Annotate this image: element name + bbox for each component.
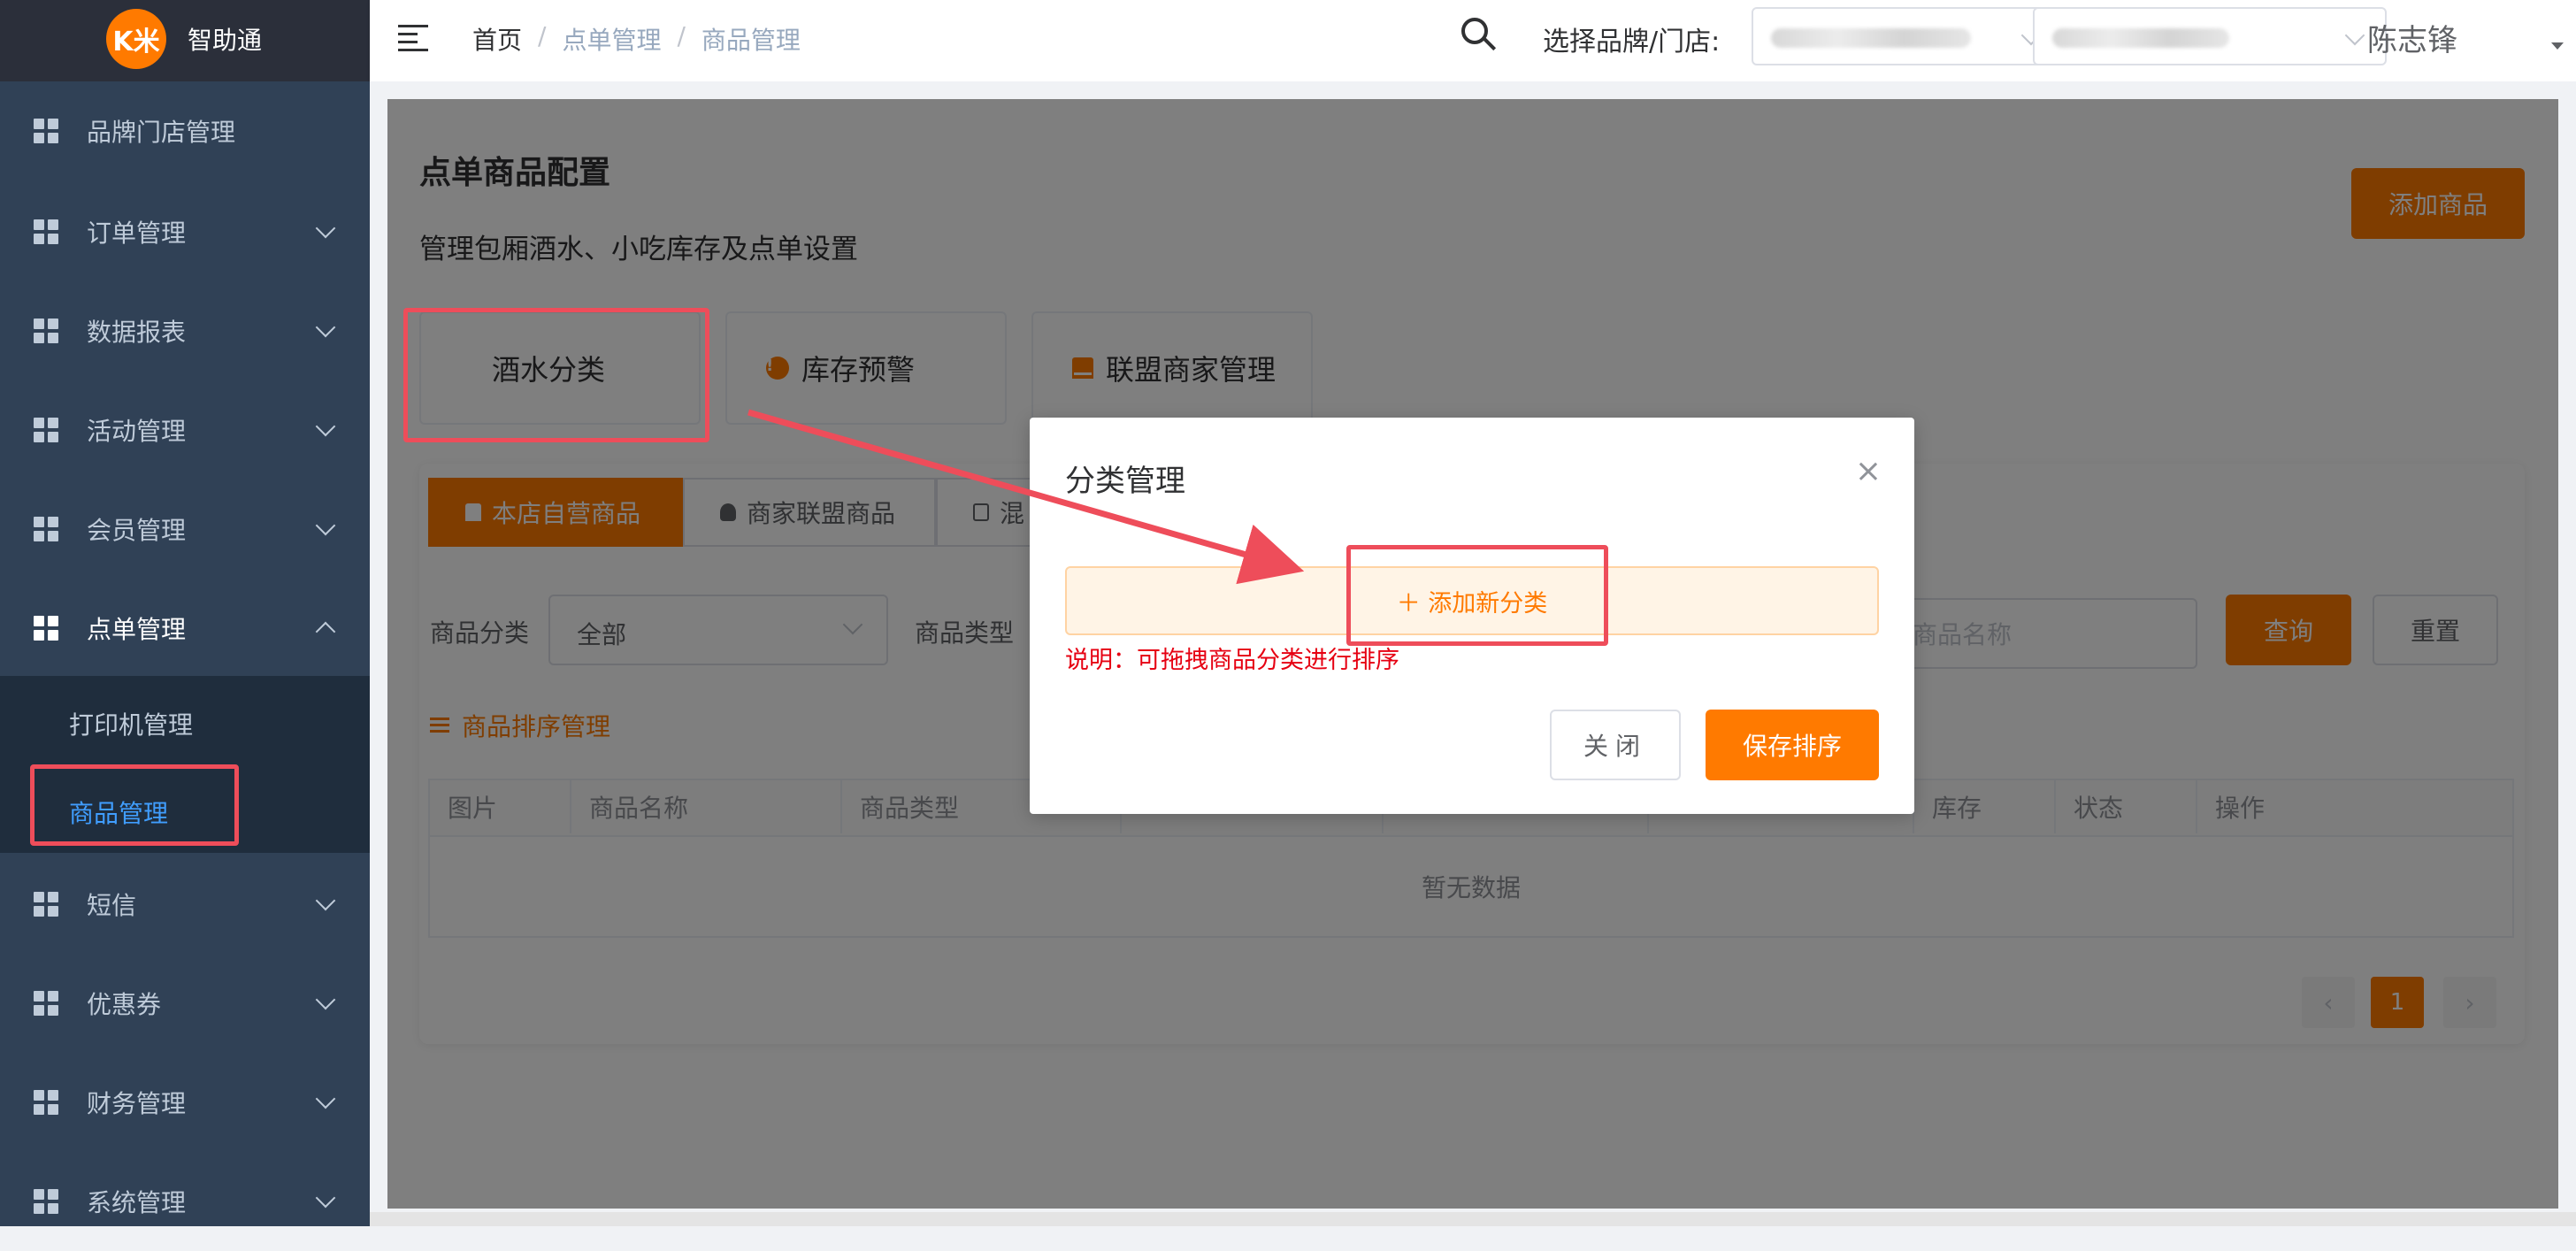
chevron-down-icon xyxy=(315,989,336,1010)
chevron-down-icon xyxy=(315,515,336,536)
search-icon[interactable] xyxy=(1461,18,1488,44)
breadcrumb-separator: / xyxy=(677,21,686,50)
menu-toggle-icon[interactable] xyxy=(398,25,428,51)
submenu-item-printer[interactable]: 打印机管理 xyxy=(69,706,193,741)
chevron-up-icon xyxy=(315,621,336,642)
highlight-annotation-add-category xyxy=(1346,545,1608,646)
sidebar: K米 智助通 品牌门店管理 订单管理 数据报表 活动管理 会员管理 点单管理 打… xyxy=(0,0,370,1226)
sidebar-item-ordering[interactable]: 点单管理 xyxy=(0,579,370,678)
grid-icon xyxy=(34,219,58,244)
logo-bar: K米 智助通 xyxy=(0,0,370,81)
top-header: 首页 / 点单管理 / 商品管理 选择品牌/门店: 陈志锋 xyxy=(370,0,2576,81)
breadcrumb-home[interactable]: 首页 xyxy=(472,21,522,57)
chevron-down-icon xyxy=(315,1088,336,1109)
breadcrumb-goods: 商品管理 xyxy=(701,26,801,55)
grid-icon xyxy=(34,119,58,143)
sidebar-item-label: 短信 xyxy=(87,891,137,920)
sidebar-item-members[interactable]: 会员管理 xyxy=(0,480,370,579)
sidebar-item-label: 系统管理 xyxy=(87,1188,187,1217)
store-select[interactable] xyxy=(2033,7,2387,65)
sidebar-item-label: 会员管理 xyxy=(87,516,187,545)
chevron-down-icon xyxy=(315,317,336,338)
chevron-down-icon xyxy=(315,416,336,437)
close-icon[interactable]: × xyxy=(1851,453,1886,489)
grid-icon xyxy=(34,1090,58,1115)
grid-icon xyxy=(34,319,58,343)
app-name: 智助通 xyxy=(188,26,263,55)
dialog-title: 分类管理 xyxy=(1065,464,1185,499)
app-logo: K米 xyxy=(106,9,166,69)
chevron-down-icon xyxy=(2344,25,2365,46)
sidebar-item-coupons[interactable]: 优惠券 xyxy=(0,954,370,1053)
grid-icon xyxy=(34,991,58,1016)
brand-select[interactable] xyxy=(1752,7,2063,65)
horizontal-scrollbar[interactable] xyxy=(370,1212,2576,1226)
caret-down-icon[interactable] xyxy=(2551,42,2564,50)
brand-store-label: 选择品牌/门店: xyxy=(1543,27,1721,58)
sidebar-item-finance[interactable]: 财务管理 xyxy=(0,1053,370,1152)
blurred-value xyxy=(1771,28,1971,48)
chevron-down-icon xyxy=(315,218,336,239)
sidebar-item-label: 活动管理 xyxy=(87,417,187,446)
highlight-annotation-feature-card xyxy=(403,308,709,442)
sidebar-item-sms[interactable]: 短信 xyxy=(0,855,370,954)
dialog-close-button[interactable]: 关闭 xyxy=(1550,710,1681,780)
sidebar-item-label: 优惠券 xyxy=(87,990,162,1019)
chevron-down-icon xyxy=(315,890,336,911)
grid-icon xyxy=(34,616,58,641)
sidebar-item-label: 点单管理 xyxy=(87,615,187,644)
sidebar-item-activities[interactable]: 活动管理 xyxy=(0,380,370,480)
grid-icon xyxy=(34,892,58,917)
blurred-value xyxy=(2052,28,2229,48)
sidebar-item-brand-store[interactable]: 品牌门店管理 xyxy=(0,81,370,180)
sidebar-item-label: 财务管理 xyxy=(87,1089,187,1118)
breadcrumb-separator: / xyxy=(538,21,547,50)
sidebar-item-orders[interactable]: 订单管理 xyxy=(0,182,370,281)
sidebar-item-system[interactable]: 系统管理 xyxy=(0,1152,370,1251)
username[interactable]: 陈志锋 xyxy=(2367,16,2457,59)
sidebar-item-label: 数据报表 xyxy=(87,318,187,347)
sidebar-item-reports[interactable]: 数据报表 xyxy=(0,281,370,380)
grid-icon xyxy=(34,517,58,541)
grid-icon xyxy=(34,1189,58,1214)
chevron-down-icon xyxy=(315,1187,336,1209)
sidebar-item-label: 品牌门店管理 xyxy=(87,118,236,147)
grid-icon xyxy=(34,418,58,442)
sidebar-item-label: 订单管理 xyxy=(87,219,187,248)
breadcrumb-ordering[interactable]: 点单管理 xyxy=(562,21,661,57)
save-sort-button[interactable]: 保存排序 xyxy=(1706,710,1879,780)
breadcrumb: 首页 / 点单管理 / 商品管理 xyxy=(472,21,801,57)
highlight-annotation-submenu xyxy=(30,764,239,846)
